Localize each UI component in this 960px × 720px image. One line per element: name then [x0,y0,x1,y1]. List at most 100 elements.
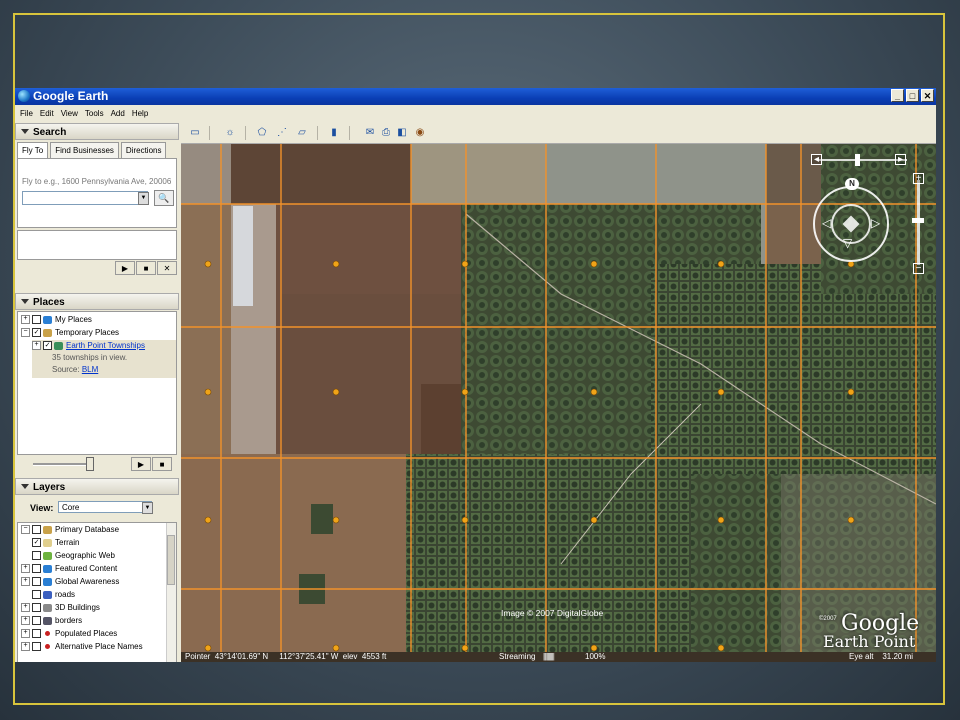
streaming-label: Streaming [499,652,536,661]
collapse-icon[interactable]: − [21,525,30,535]
clear-search-button[interactable]: ✕ [157,261,177,275]
sidebar: Search Fly To Find Businesses Directions… [15,123,179,662]
menu-file[interactable]: File [20,106,33,122]
ruler-icon[interactable]: ▮ [327,126,341,139]
menu-edit[interactable]: Edit [40,106,54,122]
checkbox[interactable] [32,616,41,626]
google-maps-icon[interactable]: ◧ [395,126,409,139]
maximize-button[interactable]: □ [906,89,919,102]
arrow-down-icon[interactable]: ▽ [843,236,852,250]
add-path-icon[interactable]: ⋰ [275,126,289,139]
layer-label: roads [55,590,76,599]
expand-icon[interactable]: + [32,341,41,351]
layer-3d-buildings[interactable]: +3D Buildings [21,602,100,614]
add-polygon-icon[interactable]: ⬠ [255,126,269,139]
expand-icon[interactable]: + [21,629,30,639]
print-icon[interactable]: ⎙ [379,126,393,139]
layers-scrollbar[interactable] [166,523,176,662]
zoom-handle[interactable] [912,218,924,223]
layers-tree: − Primary Database ✓ Terrain Geographic We… [17,522,177,662]
map-view[interactable]: ◂ ▸ N ▽ ◁ ▷ + − Image © 2007 DigitalGlob… [181,144,936,652]
road-shield-icon [43,590,52,599]
look-right-icon[interactable]: ▸ [895,154,906,165]
sky-icon[interactable]: ◉ [413,126,427,139]
sidebar-toggle-icon[interactable]: ▭ [188,126,202,139]
expand-icon[interactable]: + [21,315,30,325]
checkbox[interactable] [32,315,41,325]
search-button[interactable]: 🔍 [154,190,174,206]
layer-populated-places[interactable]: + Populated Places [21,628,117,640]
look-left-icon[interactable]: ◂ [811,154,822,165]
layer-borders[interactable]: + borders [21,615,82,627]
layer-primary-database[interactable]: − Primary Database [21,524,119,536]
layer-terrain[interactable]: ✓ Terrain [32,537,79,549]
blm-link[interactable]: BLM [82,365,98,374]
expand-icon[interactable]: + [21,564,30,574]
layers-panel-header[interactable]: Layers [15,478,179,495]
globe-icon [43,564,52,573]
play-button[interactable]: ▶ [131,457,151,471]
layer-global-awareness[interactable]: + Global Awareness [21,576,119,588]
tree-item-temporary-places[interactable]: − ✓ Temporary Places [21,327,119,339]
checkbox[interactable]: ✓ [32,538,41,548]
checkbox[interactable] [32,551,41,561]
earth-icon [18,90,30,102]
tilt-slider[interactable] [817,159,907,161]
earth-point-link[interactable]: Earth Point Townships [66,341,145,350]
chevron-down-icon[interactable]: ▼ [142,502,153,514]
menu-tools[interactable]: Tools [85,106,104,122]
layer-alternative-place-names[interactable]: + Alternative Place Names [21,641,143,653]
zoom-out-button[interactable]: − [913,263,924,274]
expand-icon[interactable]: + [21,642,30,652]
search-panel-header[interactable]: Search [15,123,179,140]
checkbox[interactable] [32,525,41,535]
checkbox[interactable] [32,590,41,600]
collapse-icon [21,299,29,305]
checkbox[interactable] [32,603,41,613]
checkbox[interactable] [32,577,41,587]
star-icon [43,551,52,560]
checkbox[interactable] [32,629,41,639]
checkbox[interactable] [32,642,41,652]
minimize-button[interactable]: _ [891,89,904,102]
fly-to-pane: Fly to e.g., 1600 Pennsylvania Ave, 2000… [17,158,177,228]
checkbox[interactable]: ✓ [32,328,41,338]
layer-featured-content[interactable]: + Featured Content [21,563,117,575]
email-icon[interactable]: ✉ [363,126,377,139]
play-tour-button[interactable]: ▶ [115,261,135,275]
zoom-in-button[interactable]: + [913,173,924,184]
expand-icon[interactable]: + [21,603,30,613]
places-tree: + My Places − ✓ Temporary Places + ✓ Earth Po… [17,311,177,455]
tilt-handle[interactable] [855,154,860,166]
stop-button[interactable]: ■ [152,457,172,471]
view-select[interactable]: Core [58,501,152,513]
expand-icon[interactable]: + [21,577,30,587]
fly-to-input[interactable] [22,191,148,205]
flag-icon [43,616,52,625]
menu-help[interactable]: Help [132,106,148,122]
fly-to-dropdown-icon[interactable]: ▼ [138,192,149,205]
tour-speed-slider[interactable] [33,463,93,466]
layer-roads[interactable]: roads [32,589,75,601]
scroll-thumb[interactable] [167,535,175,585]
stop-button[interactable]: ■ [136,261,156,275]
close-button[interactable]: ✕ [921,89,934,102]
checkbox[interactable] [32,564,41,574]
north-button[interactable]: N [845,178,859,190]
add-overlay-icon[interactable]: ▱ [295,126,309,139]
collapse-icon[interactable]: − [21,328,30,338]
tree-item-label: My Places [55,315,92,324]
checkbox[interactable]: ✓ [43,341,52,351]
places-panel-header[interactable]: Places [15,293,179,310]
sun-icon[interactable]: ☼ [223,126,237,139]
arrow-left-icon[interactable]: ◁ [822,216,831,230]
menu-add[interactable]: Add [111,106,125,122]
slider-handle[interactable] [86,457,94,471]
tree-item-my-places[interactable]: + My Places [21,314,92,326]
expand-icon[interactable]: + [21,616,30,626]
menu-view[interactable]: View [61,106,78,122]
tree-item-earth-point-townships[interactable]: + ✓ Earth Point Townships 35 townships in … [32,340,176,378]
places-header-label: Places [33,297,65,308]
arrow-right-icon[interactable]: ▷ [871,216,880,230]
layer-geographic-web[interactable]: Geographic Web [32,550,115,562]
